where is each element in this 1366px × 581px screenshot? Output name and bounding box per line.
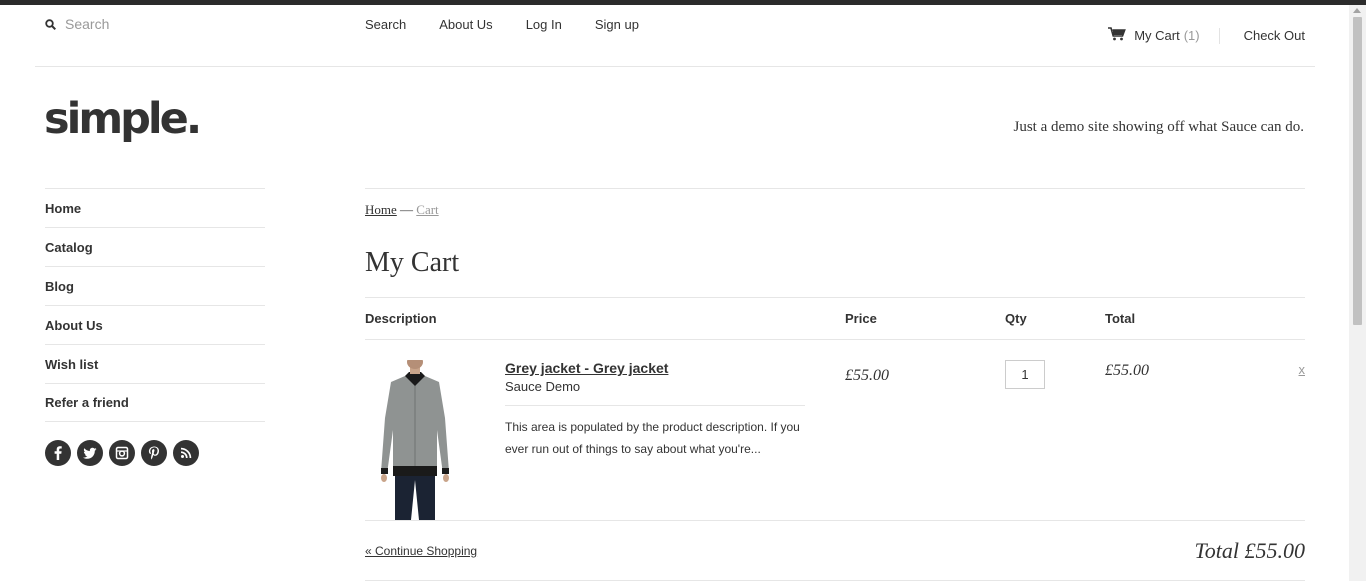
breadcrumb: Home — Cart <box>365 202 1305 218</box>
main-divider <box>365 188 1305 189</box>
sidebar-item-blog[interactable]: Blog <box>45 266 265 305</box>
top-nav: Search About Us Log In Sign up <box>365 17 672 32</box>
twitter-icon[interactable] <box>77 440 103 466</box>
page-scrollbar[interactable] <box>1349 5 1366 581</box>
breadcrumb-separator: — <box>400 202 414 217</box>
cart-table-header: Description Price Qty Total <box>365 297 1305 340</box>
quantity-input[interactable] <box>1005 360 1045 389</box>
cart-icon[interactable] <box>1108 27 1127 44</box>
cart-count: (1) <box>1183 28 1200 43</box>
rss-icon[interactable] <box>173 440 199 466</box>
breadcrumb-home[interactable]: Home <box>365 202 397 217</box>
main-content: Home — Cart My Cart Description Price Qt… <box>365 188 1305 581</box>
instagram-icon[interactable] <box>109 440 135 466</box>
cart-footer: « Continue Shopping Total £55.00 <box>365 521 1305 581</box>
my-cart-label: My Cart <box>1134 28 1180 43</box>
my-cart-link[interactable]: My Cart (1) <box>1134 28 1199 43</box>
sidebar-item-home[interactable]: Home <box>45 188 265 227</box>
scrollbar-thumb[interactable] <box>1353 17 1362 325</box>
cart-area: My Cart (1) Check Out <box>1108 27 1305 44</box>
sidebar-item-about-us[interactable]: About Us <box>45 305 265 344</box>
cart-grand-total: Total £55.00 <box>1194 538 1305 563</box>
column-header-price: Price <box>845 311 877 326</box>
column-header-qty: Qty <box>1005 311 1027 326</box>
divider <box>1218 27 1220 44</box>
search-icon <box>45 18 56 30</box>
search-input[interactable] <box>65 16 265 32</box>
page-title: My Cart <box>365 247 460 278</box>
continue-shopping-link[interactable]: « Continue Shopping <box>365 544 477 558</box>
nav-sign-up[interactable]: Sign up <box>595 17 639 32</box>
item-total: £55.00 <box>1105 362 1149 379</box>
nav-search[interactable]: Search <box>365 17 406 32</box>
sidebar: Home Catalog Blog About Us Wish list Ref… <box>45 188 265 466</box>
product-image[interactable] <box>365 355 465 520</box>
product-description: This area is populated by the product de… <box>505 420 800 456</box>
product-name-link[interactable]: Grey jacket - Grey jacket <box>505 360 668 376</box>
sidebar-item-refer-a-friend[interactable]: Refer a friend <box>45 383 265 422</box>
product-info: Grey jacket - Grey jacket Sauce Demo Thi… <box>505 360 805 460</box>
sidebar-item-catalog[interactable]: Catalog <box>45 227 265 266</box>
sidebar-item-wish-list[interactable]: Wish list <box>45 344 265 383</box>
top-bar <box>0 0 1366 5</box>
facebook-icon[interactable] <box>45 440 71 466</box>
nav-log-in[interactable]: Log In <box>526 17 562 32</box>
column-header-total: Total <box>1105 311 1136 326</box>
product-vendor: Sauce Demo <box>505 379 805 406</box>
site-logo[interactable]: simple. <box>44 94 202 144</box>
breadcrumb-current[interactable]: Cart <box>416 202 438 217</box>
nav-about-us[interactable]: About Us <box>439 17 492 32</box>
header-search[interactable] <box>45 16 265 32</box>
social-links <box>45 440 265 466</box>
header-divider <box>35 66 1315 67</box>
remove-item-button[interactable]: x <box>1299 362 1306 377</box>
scroll-up-arrow-icon[interactable] <box>1353 8 1361 13</box>
site-tagline: Just a demo site showing off what Sauce … <box>1013 119 1304 135</box>
checkout-link[interactable]: Check Out <box>1244 28 1305 43</box>
item-price: £55.00 <box>845 367 889 384</box>
column-header-description: Description <box>365 311 437 326</box>
pinterest-icon[interactable] <box>141 440 167 466</box>
cart-table: Description Price Qty Total Grey jacket … <box>365 297 1305 581</box>
cart-row: Grey jacket - Grey jacket Sauce Demo Thi… <box>365 340 1305 521</box>
